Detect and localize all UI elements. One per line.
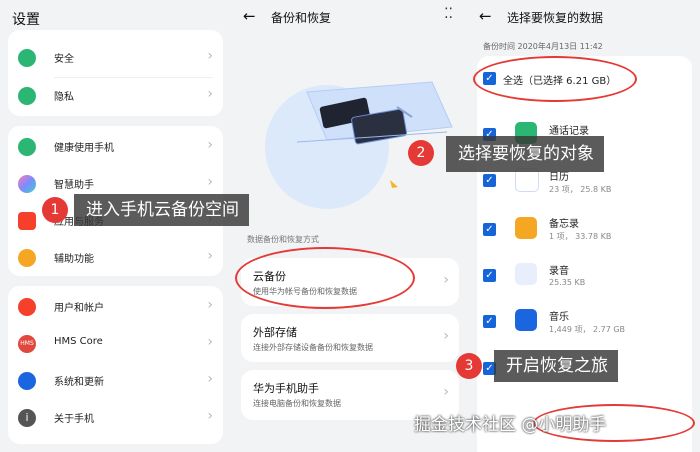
- option-title: 外部存储: [253, 326, 297, 339]
- item-name: 录音: [549, 266, 569, 277]
- item-checkbox[interactable]: ✓: [483, 269, 496, 282]
- apps-icon: [18, 212, 36, 230]
- page-title: 备份和恢复: [271, 11, 332, 25]
- settings-panel: 设置 安全 › 隐私 › 健康使用手机 › 智慧助手 › 应用与服务 ›: [0, 0, 231, 452]
- step-1-badge: 1: [42, 197, 68, 223]
- option-desc: 连接电脑备份和恢复数据: [253, 399, 341, 408]
- user-icon: [18, 298, 36, 316]
- page-title: 设置: [12, 12, 40, 28]
- item-checkbox[interactable]: ✓: [483, 315, 496, 328]
- settings-header: 设置: [0, 0, 231, 34]
- backup-header: ← 备份和恢复 ⁚⁚: [233, 0, 467, 34]
- backup-panel: ← 备份和恢复 ⁚⁚ 数据备份和恢复方式 云备份 使用华为帐号备份和恢复数据 ›…: [233, 0, 467, 452]
- chevron-right-icon: ›: [207, 86, 213, 102]
- highlight-ring: [473, 56, 637, 102]
- backup-illustration: [265, 81, 453, 209]
- item-meta: 25.35 KB: [549, 278, 586, 287]
- item-meta: 1,449 项， 2.77 GB: [549, 325, 626, 334]
- assistant-icon: [18, 175, 36, 193]
- chevron-right-icon: ›: [207, 248, 213, 264]
- settings-item-about[interactable]: i 关于手机 ›: [8, 399, 223, 436]
- step-3-badge: 3: [456, 353, 482, 379]
- settings-item-security[interactable]: 安全 ›: [8, 39, 223, 76]
- item-checkbox[interactable]: ✓: [483, 174, 496, 187]
- info-icon: i: [18, 409, 36, 427]
- settings-group-3: 用户和帐户 › HMS HMS Core › 系统和更新 › i 关于手机 ›: [8, 286, 223, 444]
- item-name: 备忘录: [549, 219, 579, 230]
- data-list: ✓ 全选（已选择 6.21 GB） ✓ 通话记录 ✓ 日历 23 项， 25.8…: [477, 56, 692, 452]
- page-title: 选择要恢复的数据: [507, 11, 604, 25]
- settings-item-label: HMS Core: [54, 336, 103, 347]
- chevron-right-icon: ›: [207, 334, 213, 350]
- settings-item-label: 系统和更新: [54, 377, 104, 388]
- step-3-callout: 开启恢复之旅: [494, 350, 618, 382]
- step-1-callout: 进入手机云备份空间: [74, 194, 249, 226]
- chevron-right-icon: ›: [443, 384, 449, 400]
- settings-item-accessibility[interactable]: 辅助功能 ›: [8, 239, 223, 276]
- option-title: 华为手机助手: [253, 382, 319, 395]
- option-desc: 连接外部存储设备备份和恢复数据: [253, 343, 373, 352]
- item-checkbox[interactable]: ✓: [483, 223, 496, 236]
- chevron-right-icon: ›: [207, 371, 213, 387]
- item-meta: 1 项， 33.78 KB: [549, 232, 612, 241]
- item-name: 音乐: [549, 312, 569, 323]
- recorder-icon: [515, 263, 537, 285]
- chevron-right-icon: ›: [207, 48, 213, 64]
- chevron-right-icon: ›: [207, 174, 213, 190]
- watermark: 掘金技术社区 @小明助手: [414, 415, 607, 435]
- chevron-right-icon: ›: [207, 408, 213, 424]
- section-label: 数据备份和恢复方式: [247, 235, 319, 244]
- chevron-right-icon: ›: [443, 328, 449, 344]
- more-icon[interactable]: ⁚⁚: [444, 6, 453, 22]
- option-external-storage[interactable]: 外部存储 连接外部存储设备备份和恢复数据 ›: [241, 314, 459, 362]
- settings-item-label: 智慧助手: [54, 180, 94, 191]
- hourglass-icon: [18, 138, 36, 156]
- highlight-ring: [235, 247, 415, 309]
- back-arrow-icon[interactable]: ←: [243, 7, 256, 25]
- item-name: 通话记录: [549, 126, 589, 137]
- chevron-right-icon: ›: [443, 272, 449, 288]
- settings-item-label: 辅助功能: [54, 254, 94, 265]
- step-2-badge: 2: [408, 140, 434, 166]
- step-2-callout: 选择要恢复的对象: [446, 136, 604, 172]
- settings-item-system[interactable]: 系统和更新 ›: [8, 362, 223, 399]
- settings-item-label: 隐私: [54, 92, 74, 103]
- settings-item-label: 安全: [54, 54, 74, 65]
- settings-item-label: 健康使用手机: [54, 143, 114, 154]
- chevron-right-icon: ›: [207, 297, 213, 313]
- restore-header: ← 选择要恢复的数据: [469, 0, 700, 34]
- settings-item-privacy[interactable]: 隐私 ›: [8, 77, 223, 114]
- settings-group-1: 安全 › 隐私 ›: [8, 30, 223, 116]
- restore-panel: ← 选择要恢复的数据 备份时间 2020年4月13日 11:42 ✓ 全选（已选…: [469, 0, 700, 452]
- backup-time: 备份时间 2020年4月13日 11:42: [483, 42, 603, 51]
- system-icon: [18, 372, 36, 390]
- item-meta: 23 项， 25.8 KB: [549, 185, 612, 194]
- settings-item-accounts[interactable]: 用户和帐户 ›: [8, 288, 223, 325]
- notes-icon: [515, 217, 537, 239]
- music-icon: [515, 309, 537, 331]
- settings-item-label: 用户和帐户: [54, 303, 104, 314]
- chevron-right-icon: ›: [207, 137, 213, 153]
- privacy-icon: [18, 87, 36, 105]
- shield-icon: [18, 49, 36, 67]
- hms-icon: HMS: [18, 335, 36, 353]
- settings-item-label: 关于手机: [54, 414, 94, 425]
- hand-icon: [18, 249, 36, 267]
- back-arrow-icon[interactable]: ←: [479, 7, 492, 25]
- settings-item-hms-core[interactable]: HMS HMS Core ›: [8, 325, 223, 362]
- settings-item-digital-balance[interactable]: 健康使用手机 ›: [8, 128, 223, 165]
